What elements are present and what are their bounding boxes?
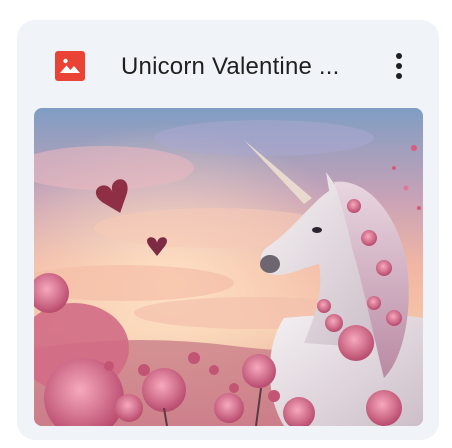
more-options-button[interactable] (383, 46, 415, 86)
image-thumbnail[interactable] (34, 108, 423, 426)
unicorn-image (34, 108, 423, 426)
image-file-icon (55, 51, 85, 81)
file-card-header: Unicorn Valentine ... (17, 20, 439, 108)
file-title: Unicorn Valentine ... (121, 53, 340, 80)
more-vert-icon (396, 53, 402, 79)
file-card[interactable]: Unicorn Valentine ... (17, 20, 439, 440)
